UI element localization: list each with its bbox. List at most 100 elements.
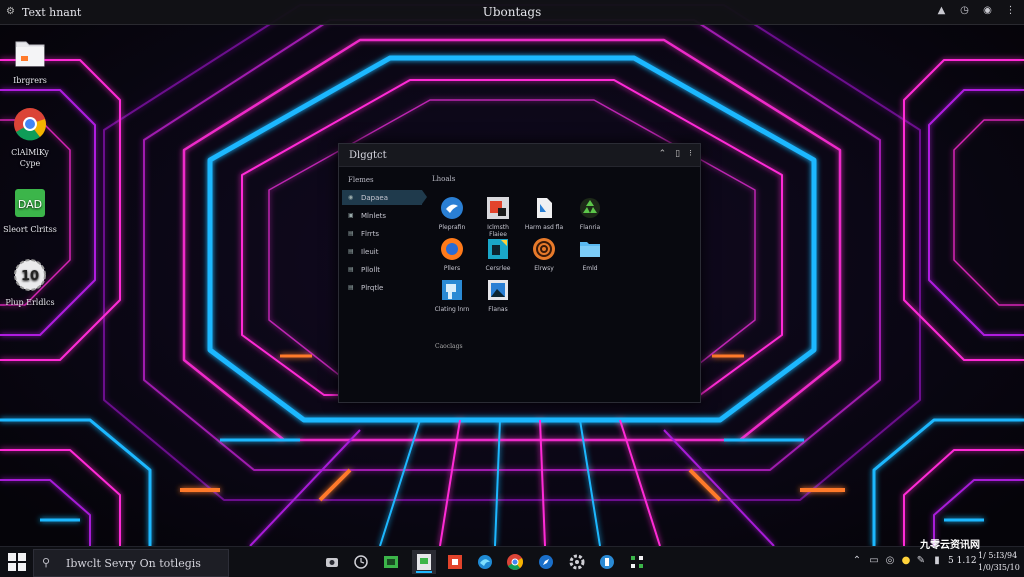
tray-pen-icon[interactable]: ✎	[915, 555, 927, 569]
taskbar-search-box[interactable]: ⚲ Ibwclt Sevry On totlegis	[33, 549, 229, 577]
app-tile-label: Clating lnrn	[434, 306, 470, 313]
sidebar-heading: Flemes	[348, 176, 374, 184]
bird-app-icon	[441, 197, 463, 219]
app-tile-label: Elrwsy	[534, 265, 554, 272]
spiral-app-icon	[533, 238, 555, 260]
clock-icon[interactable]: ◷	[959, 4, 970, 18]
app-tile-0[interactable]: Pleprafin	[432, 196, 472, 231]
sidebar-item-label: Pllollt	[361, 265, 381, 274]
gear-badge-icon: 10	[14, 259, 46, 291]
sidebar-item-label: Mlnlets	[361, 211, 387, 220]
app-tile-9[interactable]: Flanas	[478, 278, 518, 313]
top-bar: ⚙ Text hnant Ubontags ▲ ◷ ◉ ⋮	[0, 0, 1024, 25]
desktop-icon-folder[interactable]: Ibrgrers	[0, 36, 60, 86]
sidebar-item-1[interactable]: ▣ Mlnlets	[342, 208, 422, 223]
puzzle-app-icon	[442, 280, 462, 300]
file-manager-window: Dlggtct ⌃ ▯ ⁝ Flemes ◉ Dapaea ▣ Mlnlets …	[338, 143, 701, 403]
tray-battery-icon[interactable]: ▮	[931, 555, 943, 569]
clock-time[interactable]: 1/ 5:I3/94	[978, 551, 1017, 560]
sidebar-item-4[interactable]: ▤ Pllollt	[342, 262, 422, 277]
top-bar-title: Ubontags	[482, 5, 542, 19]
sidebar-item-label: Ileuit	[361, 247, 379, 256]
place-icon: ▤	[348, 283, 354, 291]
more-icon[interactable]: ⋮	[1005, 4, 1016, 18]
terminal-app-icon	[488, 239, 508, 259]
place-icon: ▤	[348, 265, 354, 273]
sidebar-item-label: Dapaea	[361, 193, 389, 202]
maximize-icon[interactable]: ▯	[675, 149, 680, 159]
sidebar-item-label: Flrrts	[361, 229, 379, 238]
photo-app-icon	[488, 280, 508, 300]
sidebar-item-0[interactable]: ◉ Dapaea	[342, 190, 427, 205]
desktop-icon-label: Ibrgrers	[13, 76, 47, 85]
tray-chevron-icon[interactable]: ⌃	[851, 555, 863, 569]
content-footer-label: Caoclags	[435, 343, 463, 350]
window-titlebar[interactable]: Dlggtct ⌃ ▯ ⁝	[339, 144, 700, 167]
green-app-icon: DAD	[15, 189, 45, 217]
app-tile-6[interactable]: Elrwsy	[524, 237, 564, 272]
taskbar-app-grid[interactable]	[627, 552, 647, 572]
taskbar: ⚲ Ibwclt Sevry On totlegis ⌃ ▭ ◎ ● ✎ ▮ 5…	[0, 546, 1024, 577]
content-heading: Lhoals	[432, 175, 456, 183]
top-bar-status-icons: ▲ ◷ ◉ ⋮	[936, 4, 1016, 18]
app-tile-label: Pllers	[443, 265, 461, 272]
place-icon: ▤	[348, 229, 354, 237]
app-tile-2[interactable]: Harm asd fla	[524, 196, 564, 231]
app-tile-1[interactable]: Iclmsth Flaiee	[478, 196, 518, 238]
taskbar-app-blue-circle[interactable]	[597, 552, 617, 572]
taskbar-app-chat[interactable]	[381, 552, 401, 572]
desktop-icon-label: Sleort Clritss	[3, 225, 57, 234]
taskbar-app-edge[interactable]	[475, 552, 495, 572]
window-sidebar: Flemes ◉ Dapaea ▣ Mlnlets ▤ Flrrts ▤ Ile…	[339, 167, 427, 402]
app-tile-label: Harm asd fla	[524, 224, 564, 231]
tray-time-short[interactable]: 5 1.12	[948, 556, 977, 566]
media-app-icon	[487, 197, 509, 219]
search-placeholder: Ibwclt Sevry On totlegis	[66, 557, 201, 570]
taskbar-app-clock[interactable]	[351, 552, 371, 572]
window-controls: ⌃ ▯ ⁝	[659, 149, 692, 159]
search-icon: ⚲	[42, 556, 51, 569]
app-tile-label: Emld	[582, 265, 598, 272]
firefox-icon	[441, 238, 463, 260]
folder-icon	[580, 242, 600, 257]
window-title: Dlggtct	[349, 149, 387, 161]
notifications-icon[interactable]: ◉	[982, 4, 993, 18]
taskbar-app-office[interactable]	[445, 552, 465, 572]
desktop-icon-badge-app[interactable]: 10 Plup Erldlcs	[0, 258, 60, 308]
desktop-icon-label: Plup Erldlcs	[5, 298, 55, 307]
tray-alert-icon[interactable]: ●	[900, 555, 912, 569]
taskbar-app-compass[interactable]	[536, 552, 556, 572]
tray-network-icon[interactable]: ▭	[868, 555, 880, 569]
eject-icon[interactable]: ▲	[936, 4, 947, 18]
taskbar-app-chrome[interactable]	[505, 552, 525, 572]
svg-text:DAD: DAD	[18, 198, 42, 211]
app-tile-8[interactable]: Clating lnrn	[432, 278, 472, 313]
app-tile-5[interactable]: Cersrlee	[478, 237, 518, 272]
minimize-icon[interactable]: ⌃	[659, 149, 667, 159]
desktop-icon-green-app[interactable]: DAD Sleort Clritss	[0, 187, 60, 235]
taskbar-app-settings[interactable]	[567, 552, 587, 572]
svg-text:10: 10	[21, 269, 39, 284]
clock-date[interactable]: 1/0/3I5/10	[978, 563, 1020, 572]
start-menu-icon[interactable]	[8, 553, 26, 571]
taskbar-app-files-active[interactable]	[412, 550, 436, 574]
app-tile-label: Flanria	[579, 224, 601, 231]
place-icon: ◉	[348, 193, 354, 201]
more-options-icon[interactable]: ⁝	[689, 149, 692, 159]
app-tile-label: Cersrlee	[485, 265, 511, 272]
sidebar-item-5[interactable]: ▤ Plrqtle	[342, 280, 422, 295]
document-app-icon	[537, 198, 552, 218]
tray-location-icon[interactable]: ◎	[884, 555, 896, 569]
recycle-icon	[580, 198, 600, 218]
app-tile-4[interactable]: Pllers	[432, 237, 472, 272]
app-tile-3[interactable]: Flanria	[570, 196, 610, 231]
app-tile-label: Iclmsth Flaiee	[487, 224, 509, 238]
app-tile-7[interactable]: Emld	[570, 237, 610, 272]
sidebar-item-label: Plrqtle	[361, 283, 384, 292]
app-tile-label: Pleprafin	[438, 224, 466, 231]
taskbar-app-camera[interactable]	[322, 552, 342, 572]
sidebar-item-2[interactable]: ▤ Flrrts	[342, 226, 422, 241]
desktop-icon-browser[interactable]: ClAlMlKy Cype	[0, 106, 60, 169]
sidebar-item-3[interactable]: ▤ Ileuit	[342, 244, 422, 259]
watermark-text: 九零云资讯网	[920, 540, 980, 551]
